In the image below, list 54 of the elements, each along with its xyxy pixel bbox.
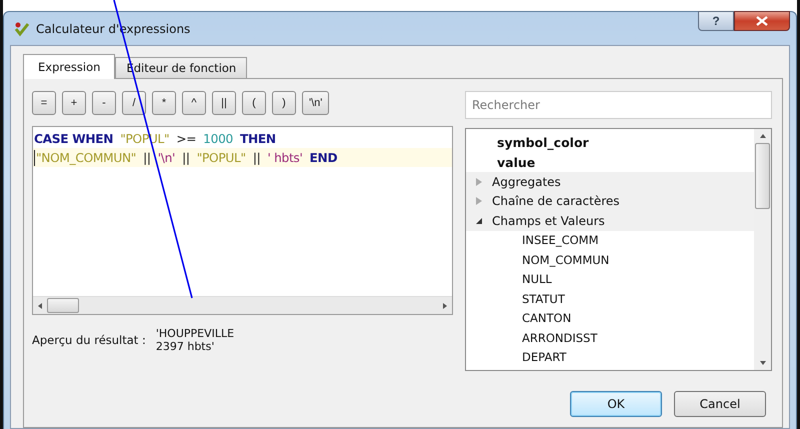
preview-label: Aperçu du résultat : [32,333,146,347]
code-token: CASE WHEN [34,132,114,146]
code-token: "POPUL" [196,150,246,164]
help-button[interactable]: ? [698,11,734,31]
tree-item[interactable]: DEPART [466,348,754,367]
code-token: END [310,150,338,164]
expanded-arrow-icon[interactable] [476,218,482,224]
vertical-scrollbar[interactable] [754,129,771,370]
tree-item[interactable]: NULL [466,270,754,289]
tree-item[interactable]: value [466,152,754,172]
text-cursor [34,150,35,166]
tab[interactable]: Expression [23,54,116,79]
operator-button[interactable]: ) [272,91,296,115]
tree-item[interactable]: symbol_color [466,133,754,152]
code-token: 1000 [203,132,233,146]
code-token: THEN [240,132,276,146]
code-token: ' hbts' [267,150,303,164]
horizontal-scrollbar[interactable] [33,296,452,314]
code-token: "NOM_COMMUN" [36,150,136,164]
tree-item[interactable]: Aggregates [492,174,561,189]
operator-button[interactable]: ( [242,91,266,115]
tree-item[interactable]: ARRONDISST [466,328,754,348]
close-button[interactable] [734,11,790,31]
preview-value: 2397 hbts' [156,340,216,353]
close-icon [756,16,768,26]
code-token: '\n' [158,150,176,164]
up-arrow-icon[interactable] [760,134,766,138]
tree-item[interactable]: CANTON [466,308,754,328]
code-token: >= [176,132,196,146]
code-token: || [252,150,260,164]
scrollbar-thumb[interactable] [755,143,770,209]
app-icon [14,20,30,36]
right-arrow-icon[interactable] [443,302,447,308]
operator-button[interactable]: || [212,91,236,115]
tree-item[interactable]: STATUT [466,289,754,308]
code-token: || [143,150,151,164]
operator-button[interactable]: = [32,91,56,115]
code-token: || [182,150,190,164]
function-tree[interactable]: symbol_color value Aggregates Chaîne de caractères Champs et Valeurs INSEE_COMM NOM_COMMUN NULL STATUT CANTON ARRONDISST DEPART [465,128,772,371]
left-arrow-icon[interactable] [38,302,42,308]
preview-value: 'HOUPPEVILLE [156,327,234,340]
operator-button[interactable]: - [92,91,116,115]
operator-button[interactable]: / [122,91,146,115]
operator-button[interactable]: '\n' [302,91,330,115]
dialog-button[interactable]: OK [570,391,662,417]
operator-button[interactable]: + [62,91,86,115]
tree-item[interactable]: NOM_COMMUN [466,250,754,270]
operator-button[interactable]: ^ [182,91,206,115]
dialog-button[interactable]: Cancel [674,391,766,417]
search-field[interactable]: Rechercher [465,91,772,119]
down-arrow-icon[interactable] [760,361,766,365]
tree-item[interactable]: INSEE_COMM [466,230,754,250]
operator-button[interactable]: * [152,91,176,115]
scrollbar-thumb[interactable] [47,298,79,313]
